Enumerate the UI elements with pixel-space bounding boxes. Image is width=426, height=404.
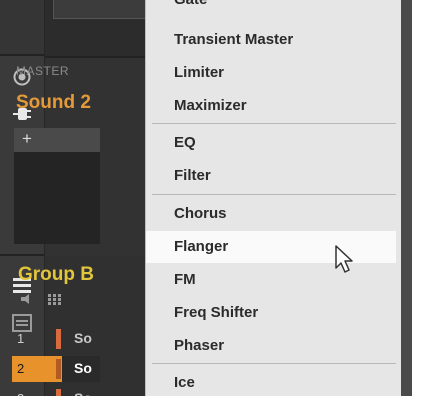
plugin-slot-area: [14, 152, 100, 244]
menu-separator: [152, 363, 396, 364]
menu-item-chorus[interactable]: Chorus: [146, 198, 396, 230]
menu-item-fm[interactable]: FM: [146, 264, 396, 296]
menu-item-flanger[interactable]: Flanger: [146, 231, 396, 263]
menu-item-gate[interactable]: Gate: [146, 0, 396, 16]
menu-item-filter[interactable]: Filter: [146, 160, 396, 192]
menu-item-label: Gate: [174, 0, 207, 8]
sound-row-name: So: [74, 390, 92, 396]
menu-item-label: Phaser: [174, 337, 225, 354]
sound-name-label[interactable]: Sound 2: [16, 92, 91, 114]
sound-row[interactable]: 1 So: [12, 326, 100, 352]
sound-row-number: 1: [17, 331, 25, 346]
effects-dropdown-menu: Gate Transient Master Limiter Maximizer …: [145, 0, 402, 396]
grid-icon[interactable]: [48, 293, 62, 311]
sound-row-selected[interactable]: 2 So: [12, 356, 100, 382]
menu-separator: [152, 123, 396, 124]
menu-item-label: Freq Shifter: [174, 304, 259, 321]
menu-item-label: Ice: [174, 374, 195, 391]
menu-item-label: Filter: [174, 167, 211, 184]
sound-color-swatch: [56, 329, 61, 349]
mouse-cursor-icon: [334, 244, 356, 279]
menu-item-label: Flanger: [174, 238, 229, 255]
strip-top-section: [0, 0, 44, 56]
menu-item-eq[interactable]: EQ: [146, 127, 396, 159]
group-name-label[interactable]: Group B: [18, 264, 94, 286]
master-label: MASTER: [16, 64, 70, 78]
menu-item-maximizer[interactable]: Maximizer: [146, 90, 396, 122]
menu-item-label: FM: [174, 271, 196, 288]
menu-item-label: Transient Master: [174, 31, 294, 48]
add-plugin-label: +: [22, 129, 32, 148]
menu-item-label: Chorus: [174, 205, 227, 222]
sound-row-number: 2: [17, 361, 25, 376]
speaker-icon[interactable]: [20, 292, 34, 310]
menu-item-label: Maximizer: [174, 97, 247, 114]
menu-item-phaser[interactable]: Phaser: [146, 330, 396, 362]
top-slot: [53, 0, 147, 19]
maschine-window: MASTER Sound 2 + Group B 1 So 2 So 3 So …: [0, 0, 412, 396]
sound-row-number: 3: [17, 391, 24, 396]
menu-scroll-edge: [401, 0, 412, 396]
sound-color-swatch: [56, 359, 61, 379]
menu-item-transient-master[interactable]: Transient Master: [146, 24, 396, 56]
menu-item-limiter[interactable]: Limiter: [146, 57, 396, 89]
sound-color-swatch: [56, 389, 61, 396]
menu-item-freq-shifter[interactable]: Freq Shifter: [146, 297, 396, 329]
sound-row[interactable]: 3 So: [12, 386, 100, 396]
sound-row-name: So: [74, 360, 92, 376]
menu-item-ice[interactable]: Ice: [146, 367, 396, 396]
menu-item-label: EQ: [174, 134, 196, 151]
menu-separator: [152, 194, 396, 195]
add-plugin-button[interactable]: +: [14, 128, 100, 152]
menu-item-label: Limiter: [174, 64, 225, 81]
sound-row-name: So: [74, 330, 92, 346]
